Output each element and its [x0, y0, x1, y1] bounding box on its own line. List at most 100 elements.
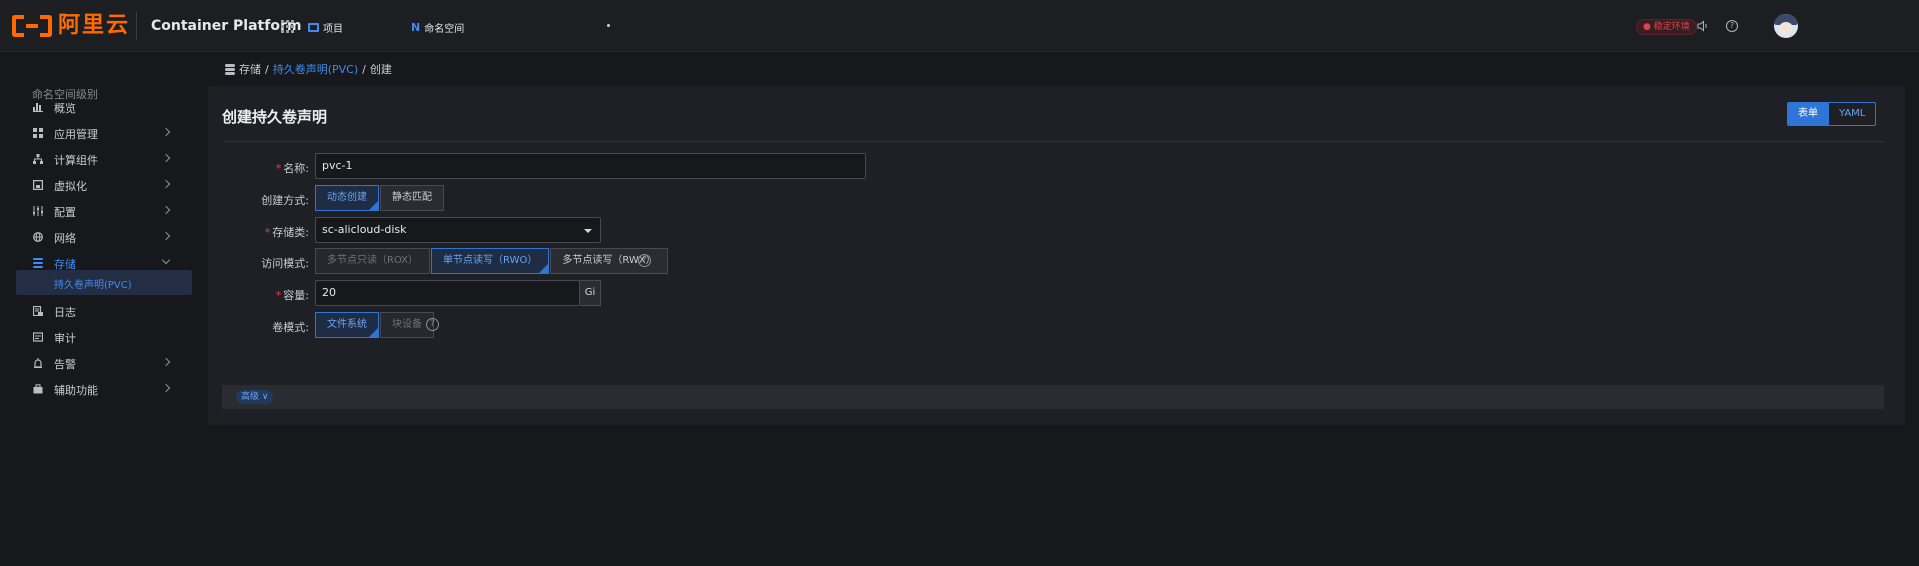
create-method-label-box: 创建方式:: [222, 185, 309, 211]
sidebar-item-app-management[interactable]: 应用管理: [0, 120, 200, 146]
sidebar-item-label: 计算组件: [54, 154, 98, 167]
namespace-label: 命名空间: [424, 24, 465, 35]
breadcrumb: 存储 / 持久卷声明(PVC) / 创建: [225, 61, 392, 77]
name-input[interactable]: pvc-1: [315, 153, 866, 179]
header-divider: [136, 12, 137, 40]
sidebar-item-label: 应用管理: [54, 128, 98, 141]
caret-down-icon: [584, 229, 592, 233]
apps-grid-icon[interactable]: [281, 20, 294, 33]
access-mode-selector: 多节点只读（ROX） 单节点读写（RWO） 多节点读写（RWX）: [315, 248, 668, 274]
sidebar-item-alarm[interactable]: 告警: [0, 350, 200, 376]
form-mode-button[interactable]: 表单: [1787, 102, 1829, 126]
sidebar-item-label: 虚拟化: [54, 180, 87, 193]
user-avatar[interactable]: [1774, 14, 1798, 38]
globe-icon: [33, 232, 43, 242]
sidebar: 命名空间级别 概览 应用管理 计算组件 虚拟化 配置 网络 存储 持久卷声明(P…: [0, 53, 200, 566]
access-mode-help-icon[interactable]: ?: [638, 254, 651, 267]
create-method-dynamic[interactable]: 动态创建: [315, 185, 379, 211]
log-icon: [33, 306, 43, 316]
capacity-label: * 容量:: [222, 287, 309, 303]
capacity-unit: Gi: [580, 280, 601, 306]
alarm-icon: [34, 358, 42, 368]
create-method-label: 创建方式:: [261, 194, 309, 207]
storage-class-select[interactable]: sc-alicloud-disk: [315, 217, 601, 243]
sidebar-item-compute[interactable]: 计算组件: [0, 146, 200, 172]
chevron-right-icon: [161, 357, 171, 367]
access-mode-rox[interactable]: 多节点只读（ROX）: [315, 248, 431, 274]
sidebar-subitem-pvc[interactable]: 持久卷声明(PVC): [16, 270, 192, 295]
volume-mode-filesystem[interactable]: 文件系统: [315, 312, 379, 338]
namespace-icon: N: [411, 21, 421, 34]
project-switcher[interactable]: 项目: [308, 20, 343, 35]
audit-icon: [33, 332, 43, 342]
access-mode-row: 访问模式: 多节点只读（ROX） 单节点读写（RWO） 多节点读写（RWX） ?: [222, 248, 1222, 274]
create-method-static[interactable]: 静态匹配: [380, 185, 444, 211]
advanced-toggle[interactable]: 高级 ∨: [236, 390, 274, 404]
yaml-mode-button[interactable]: YAML: [1829, 102, 1877, 126]
sidebar-item-overview[interactable]: 概览: [0, 94, 200, 120]
environment-badge[interactable]: ● 稳定环境: [1636, 19, 1697, 35]
capacity-row: * 容量: 20 Gi: [222, 280, 1222, 306]
aliyun-logo-mark-icon: [12, 13, 52, 39]
chevron-down-icon: [161, 255, 171, 265]
required-mark: *: [264, 226, 271, 239]
bar-chart-icon: [33, 102, 43, 112]
edit-mode-toggle: 表单 YAML: [1787, 102, 1877, 126]
brand-text: 阿里云: [58, 13, 131, 38]
namespace-switcher[interactable]: N 命名空间: [411, 20, 464, 35]
sidebar-item-label: 日志: [54, 306, 76, 319]
top-bar: 阿里云 Container Platform 项目 N 命名空间 ● 稳定环境 …: [0, 0, 1919, 52]
speaker-icon[interactable]: [1697, 20, 1709, 32]
capacity-input[interactable]: 20: [315, 280, 580, 306]
database-icon: [33, 258, 43, 268]
storage-class-label-text: 存储类:: [272, 226, 309, 239]
project-label: 项目: [323, 24, 343, 35]
chevron-right-icon: [161, 127, 171, 137]
sidebar-item-label: 辅助功能: [54, 384, 98, 397]
hierarchy-icon: [33, 154, 43, 164]
sidebar-subitem-label: 持久卷声明(PVC): [54, 280, 132, 291]
required-mark: *: [275, 289, 282, 302]
page-title: 创建持久卷声明: [222, 108, 328, 126]
sidebar-item-audit[interactable]: 审计: [0, 324, 200, 350]
platform-title[interactable]: Container Platform: [151, 18, 301, 34]
access-mode-label: 访问模式:: [261, 257, 309, 270]
chevron-right-icon: [161, 153, 171, 163]
namespace-dropdown-indicator[interactable]: [607, 24, 610, 27]
breadcrumb-separator: /: [362, 62, 366, 76]
volume-mode-selector: 文件系统 块设备: [315, 312, 434, 338]
database-icon: [225, 64, 235, 75]
project-icon: [308, 23, 319, 32]
title-divider: [222, 141, 1884, 142]
breadcrumb-separator: /: [265, 62, 269, 76]
sidebar-item-label: 概览: [54, 102, 76, 115]
name-label: * 名称:: [222, 160, 309, 176]
capacity-label-text: 容量:: [283, 289, 309, 302]
help-icon[interactable]: ?: [1726, 20, 1738, 32]
sidebar-item-label: 审计: [54, 332, 76, 345]
chevron-right-icon: [161, 231, 171, 241]
sidebar-item-label: 告警: [54, 358, 76, 371]
sidebar-item-logs[interactable]: 日志: [0, 298, 200, 324]
capacity-label-box: * 容量:: [222, 280, 309, 306]
create-pvc-card: 创建持久卷声明 表单 YAML * 名称: pvc-1 创建方式: 动态创建 静态…: [208, 86, 1905, 425]
access-mode-label-box: 访问模式:: [222, 248, 309, 274]
chevron-right-icon: [161, 179, 171, 189]
access-mode-rwo[interactable]: 单节点读写（RWO）: [431, 248, 550, 274]
name-label-text: 名称:: [283, 162, 309, 175]
sidebar-item-toolbox[interactable]: 辅助功能: [0, 376, 200, 402]
volume-mode-row: 卷模式: 文件系统 块设备 ?: [222, 312, 1222, 338]
storage-class-row: * 存储类: sc-alicloud-disk: [222, 217, 1222, 243]
create-method-selector: 动态创建 静态匹配: [315, 185, 444, 211]
sliders-icon: [33, 206, 43, 216]
sidebar-item-config[interactable]: 配置: [0, 198, 200, 224]
volume-mode-label: 卷模式:: [272, 321, 309, 334]
breadcrumb-current: 创建: [369, 63, 392, 76]
sidebar-item-virtualization[interactable]: 虚拟化: [0, 172, 200, 198]
volume-mode-help-icon[interactable]: ?: [426, 318, 439, 331]
chevron-right-icon: [161, 205, 171, 215]
aliyun-logo[interactable]: 阿里云: [12, 12, 130, 40]
sidebar-item-network[interactable]: 网络: [0, 224, 200, 250]
vm-icon: [33, 180, 43, 190]
breadcrumb-link-pvc[interactable]: 持久卷声明(PVC): [273, 61, 358, 77]
